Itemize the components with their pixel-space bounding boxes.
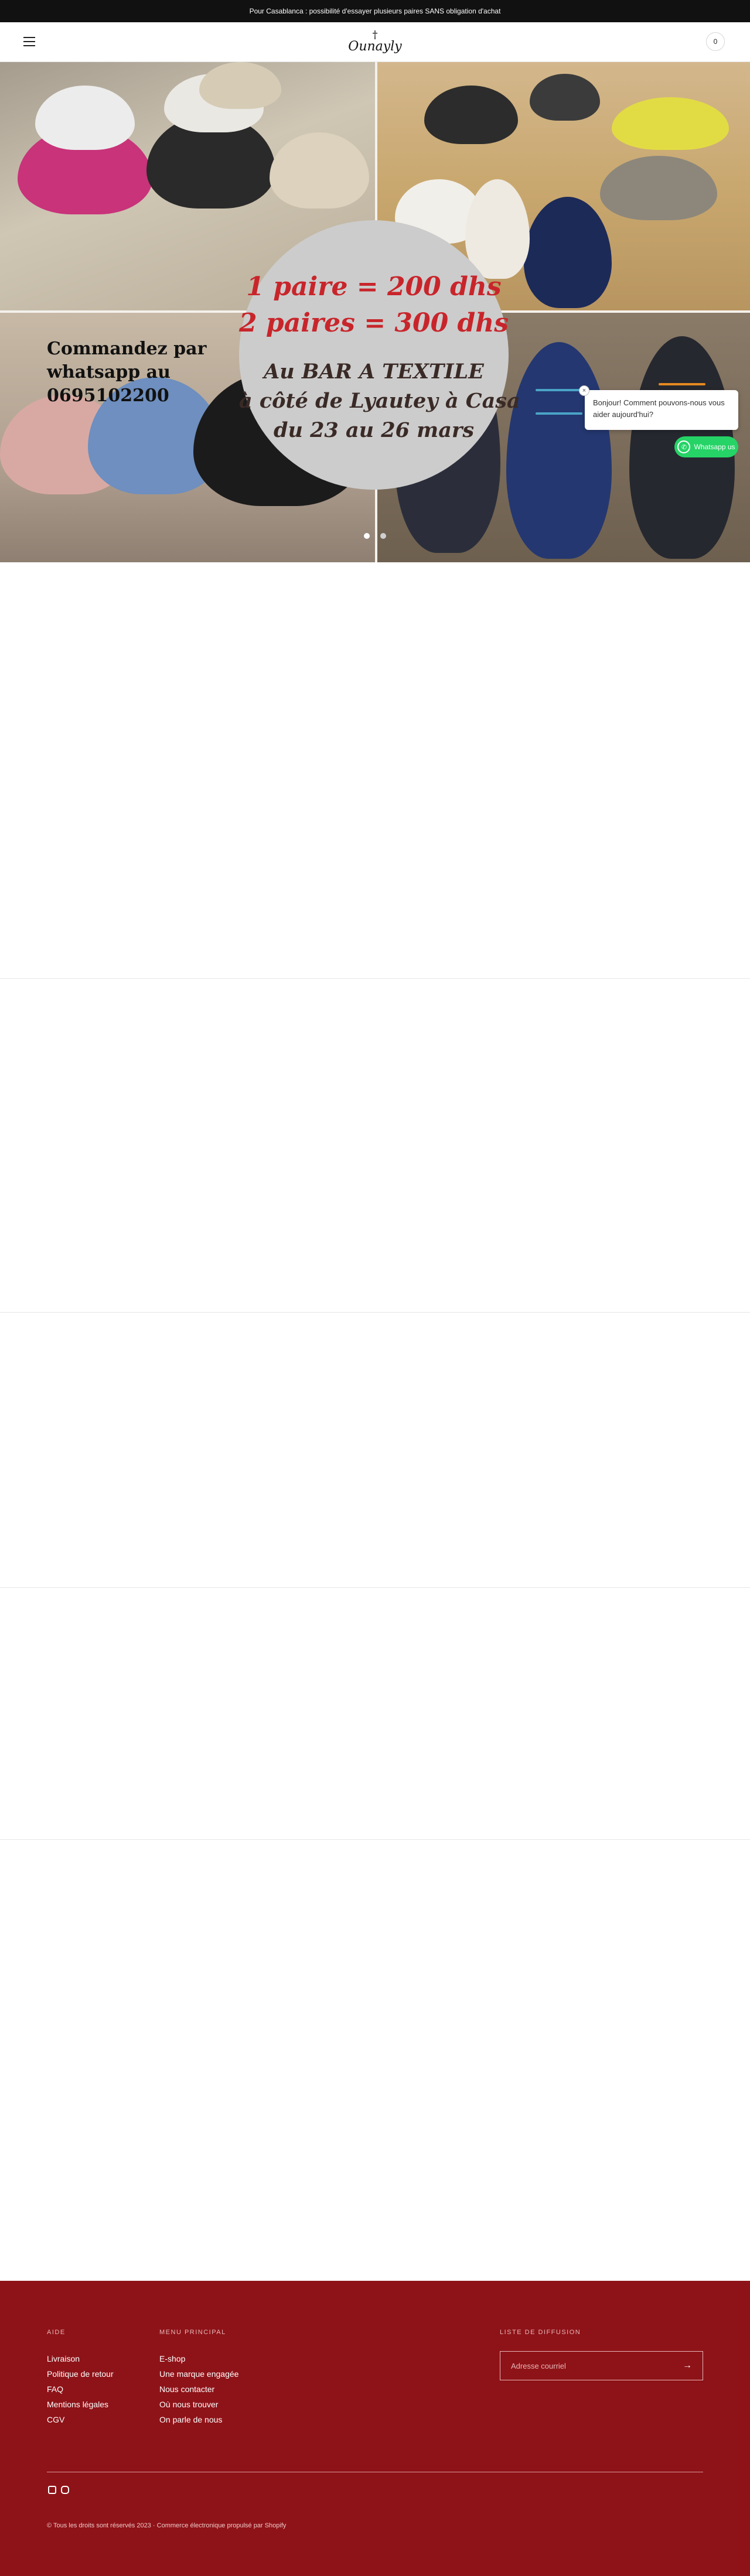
footer-newsletter-title: LISTE DE DIFFUSION [500,2329,581,2336]
facebook-icon[interactable] [48,2486,56,2494]
site-footer: AIDE Livraison Politique de retour FAQ M… [0,2281,750,2576]
footer-link-livraison[interactable]: Livraison [47,2351,114,2366]
logo-mark: † [372,29,378,41]
announcement-bar: Pour Casablanca : possibilité d'essayer … [0,0,750,22]
footer-link-faq[interactable]: FAQ [47,2382,114,2397]
footer-link-mentions-legales[interactable]: Mentions légales [47,2397,114,2412]
newsletter-form: → [500,2351,703,2380]
whatsapp-button-label: Whatsapp us [694,443,735,451]
footer-link-eshop[interactable]: E-shop [159,2351,238,2366]
footer-link-ou-nous-trouver[interactable]: Où nous trouver [159,2397,238,2412]
promo-location-detail: à côté de Lyautey à Casa [239,389,520,413]
slide-dot-2[interactable] [380,533,386,539]
footer-link-politique-retour[interactable]: Politique de retour [47,2366,114,2382]
close-icon[interactable]: × [579,385,589,396]
cart-button[interactable]: 0 [706,32,725,51]
menu-icon[interactable] [23,37,35,46]
footer-aide-links: Livraison Politique de retour FAQ Mentio… [47,2351,114,2427]
logo-text: Ounayly [348,39,402,54]
footer-menu-links: E-shop Une marque engagée Nous contacter… [159,2351,238,2427]
slide-dot-1[interactable] [364,533,370,539]
cart-count: 0 [713,37,718,46]
site-header: † Ounayly [0,22,750,62]
promo-price-two: 2 paires = 300 dhs [239,308,509,338]
chat-message: Bonjour! Comment pouvons-nous vous aider… [593,398,725,419]
section-divider [0,978,750,979]
section-divider [0,1587,750,1588]
hero-slideshow[interactable]: Commandez par whatsapp au 0695102200 1 p… [0,62,750,562]
section-divider [0,1839,750,1840]
instagram-icon[interactable] [61,2486,69,2494]
order-phone: 0695102200 [47,385,169,406]
copyright-text: © Tous les droits sont réservés 2023 · C… [47,2522,287,2529]
whatsapp-order-text: Commandez par whatsapp au 0695102200 [47,337,246,408]
promo-circle: 1 paire = 200 dhs 2 paires = 300 dhs Au … [239,220,520,490]
promo-dates: du 23 au 26 mars [273,418,475,442]
promo-price-one: 1 paire = 200 dhs [246,272,502,302]
newsletter-email-input[interactable] [511,2361,663,2370]
chat-bubble: Bonjour! Comment pouvons-nous vous aider… [585,390,738,430]
order-line: Commandez par [47,339,207,359]
section-divider [0,1312,750,1313]
footer-link-marque-engagee[interactable]: Une marque engagée [159,2366,238,2382]
order-line: whatsapp au [47,362,171,382]
footer-link-cgv[interactable]: CGV [47,2412,114,2427]
footer-link-nous-contacter[interactable]: Nous contacter [159,2382,238,2397]
announcement-text: Pour Casablanca : possibilité d'essayer … [249,7,501,15]
logo[interactable]: † Ounayly [346,28,404,56]
footer-menu-title: MENU PRINCIPAL [159,2329,226,2336]
whatsapp-icon: ✆ [677,440,691,453]
footer-link-on-parle-de-nous[interactable]: On parle de nous [159,2412,238,2427]
promo-location-name: Au BAR A TEXTILE [264,360,484,384]
footer-aide-title: AIDE [47,2329,66,2336]
arrow-right-icon[interactable]: → [683,2360,692,2371]
whatsapp-button[interactable]: ✆ Whatsapp us [674,436,738,457]
